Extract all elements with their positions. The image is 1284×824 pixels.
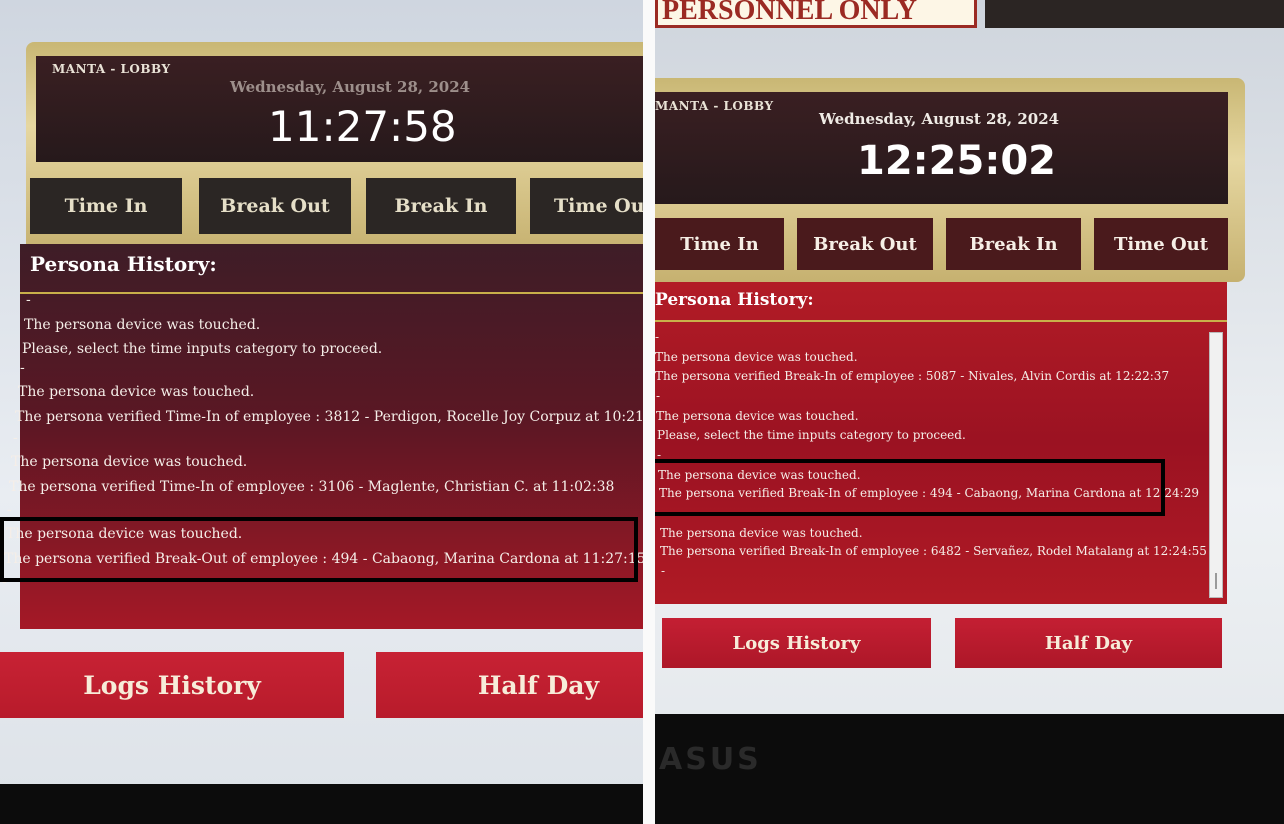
scrollbar-thumb[interactable]	[1215, 573, 1217, 589]
clock-time: 11:27:58	[268, 102, 457, 151]
history-scrollbar[interactable]	[1209, 332, 1223, 598]
highlight-box	[655, 459, 1165, 516]
monitor-bezel: ASUS	[655, 714, 1284, 824]
log-line: The persona device was touched.	[660, 526, 863, 540]
log-line: -	[20, 360, 25, 376]
photo-left: MANTA - LOBBY Wednesday, August 28, 2024…	[0, 0, 643, 824]
history-divider	[655, 320, 1227, 322]
log-line: Please, select the time inputs category …	[657, 428, 966, 442]
clock-time: 12:25:02	[857, 138, 1056, 184]
personnel-sign: PERSONNEL ONLY	[655, 0, 977, 28]
highlight-box	[0, 517, 638, 582]
logs-history-button[interactable]: Logs History	[0, 652, 344, 718]
photo-right: PERSONNEL ONLY MANTA - LOBBY Wednesday, …	[655, 0, 1284, 824]
location-label: MANTA - LOBBY	[52, 62, 171, 76]
log-line: -	[661, 564, 666, 578]
location-label: MANTA - LOBBY	[655, 99, 774, 113]
clock-header: MANTA - LOBBY Wednesday, August 28, 2024…	[36, 56, 643, 162]
history-title: Persona History:	[30, 252, 217, 276]
clock-header: MANTA - LOBBY Wednesday, August 28, 2024…	[655, 92, 1228, 204]
log-line: The persona verified Time-In of employee…	[9, 479, 615, 495]
break-out-button[interactable]: Break Out	[199, 178, 351, 234]
log-line: The persona verified Break-In of employe…	[655, 369, 1170, 383]
time-out-button[interactable]: Time Out	[1094, 218, 1228, 270]
log-line: The persona device was touched.	[655, 350, 858, 364]
log-line: -	[13, 430, 18, 446]
break-in-button[interactable]: Break In	[366, 178, 516, 234]
log-line: The persona verified Break-In of employe…	[660, 544, 1207, 558]
persona-history-panel: Persona History: - The persona device wa…	[655, 282, 1227, 604]
history-divider	[20, 292, 643, 294]
break-out-button[interactable]: Break Out	[797, 218, 933, 270]
date-label: Wednesday, August 28, 2024	[819, 110, 1060, 128]
date-label: Wednesday, August 28, 2024	[230, 78, 471, 96]
half-day-button[interactable]: Half Day	[376, 652, 643, 718]
monitor-bezel	[0, 784, 643, 824]
break-in-button[interactable]: Break In	[946, 218, 1081, 270]
log-line: The persona device was touched.	[18, 384, 255, 400]
log-line: The persona device was touched.	[11, 454, 248, 470]
log-line: -	[26, 292, 31, 308]
logs-history-button[interactable]: Logs History	[662, 618, 931, 668]
time-out-button[interactable]: Time Out	[530, 178, 643, 234]
log-line: The persona device was touched.	[656, 409, 859, 423]
history-title: Persona History:	[655, 290, 814, 310]
photo-divider	[643, 0, 655, 824]
log-line: -	[655, 330, 660, 344]
log-line: Please, select the time inputs category …	[22, 341, 383, 357]
log-line: -	[656, 389, 661, 403]
half-day-button[interactable]: Half Day	[955, 618, 1222, 668]
wall-strip	[985, 0, 1284, 28]
log-line: -	[7, 502, 12, 518]
monitor-brand-logo: ASUS	[659, 742, 762, 777]
time-in-button[interactable]: Time In	[655, 218, 784, 270]
time-in-button[interactable]: Time In	[30, 178, 182, 234]
log-line: The persona verified Time-In of employee…	[15, 409, 643, 425]
log-line: The persona device was touched.	[24, 317, 261, 333]
